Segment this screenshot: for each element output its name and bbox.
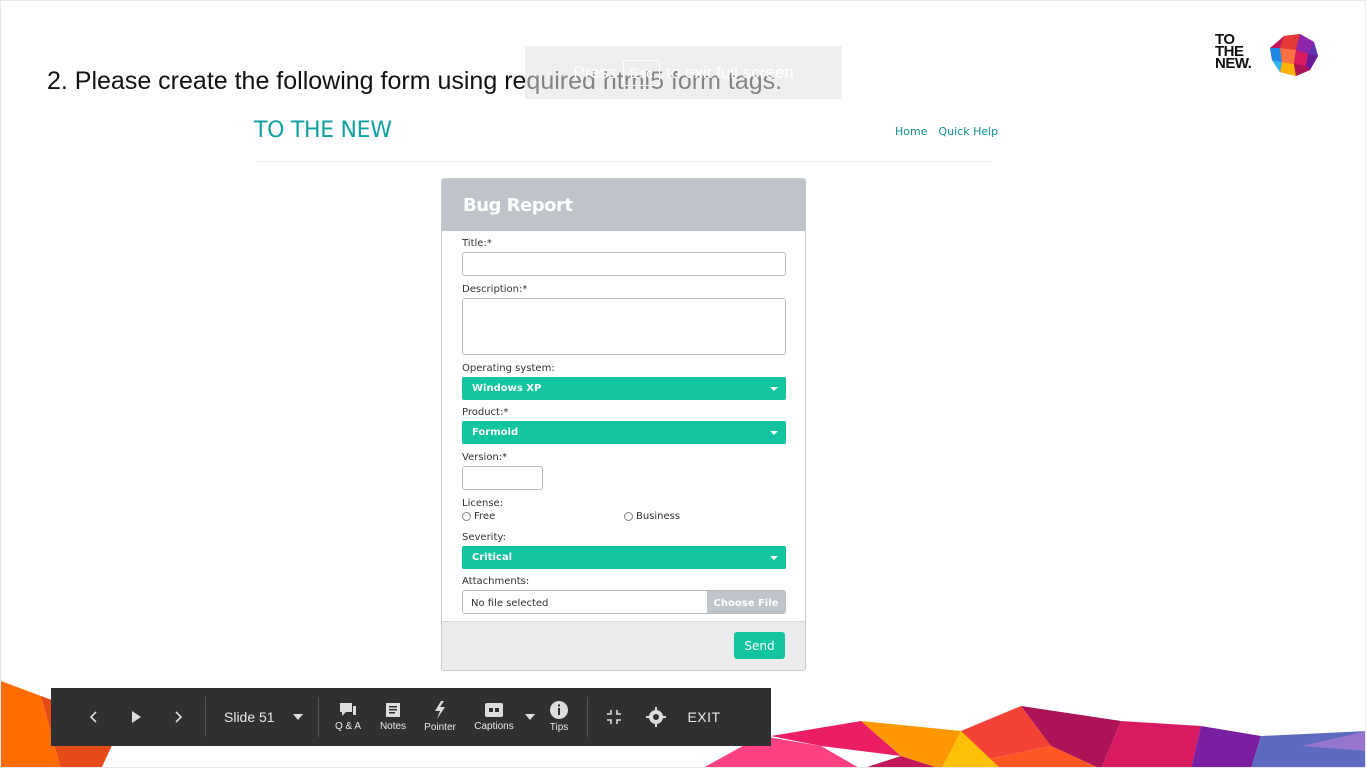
closed-captions-icon — [485, 703, 503, 717]
toolbar-separator — [205, 697, 206, 737]
choose-file-button: Choose File — [707, 591, 785, 613]
caret-down-icon — [770, 387, 778, 391]
severity-select: Critical — [462, 546, 786, 569]
license-business-radio: Business — [624, 511, 680, 522]
severity-label: Severity: — [462, 532, 506, 543]
exit-fullscreen-icon — [607, 710, 621, 724]
esc-key-badge: Esc — [622, 59, 661, 86]
product-select: Formoid — [462, 421, 786, 444]
fullscreen-exit-hint: Press Esc to exit full screen — [525, 46, 842, 99]
logo-wordmark: TO THE NEW. — [1215, 32, 1252, 72]
laser-pointer-icon — [435, 701, 445, 719]
toolbar-separator — [318, 697, 319, 737]
qa-button[interactable]: Q & A — [325, 688, 371, 746]
os-label: Operating system: — [462, 363, 555, 374]
play-icon — [132, 711, 141, 723]
caret-down-icon — [770, 556, 778, 560]
attachments-file-input: No file selected Choose File — [462, 590, 786, 614]
caret-down-icon — [525, 714, 535, 720]
tips-label: Tips — [549, 722, 569, 733]
send-button: Send — [734, 632, 785, 659]
product-select-value: Formoid — [472, 427, 519, 438]
caret-down-icon — [292, 714, 303, 720]
gear-icon — [646, 707, 666, 727]
os-select: Windows XP — [462, 377, 786, 400]
attachments-label: Attachments: — [462, 576, 530, 587]
embedded-nav: Home Quick Help — [895, 125, 998, 138]
notes-button[interactable]: Notes — [371, 688, 415, 746]
license-free-radio: Free — [462, 511, 495, 522]
next-slide-button[interactable] — [157, 688, 199, 746]
chevron-left-icon — [89, 711, 97, 723]
chevron-right-icon — [175, 711, 183, 723]
radio-circle-icon — [462, 512, 471, 521]
notes-label: Notes — [379, 721, 407, 732]
tothenew-logo: TO THE NEW. — [1215, 32, 1319, 76]
captions-label: Captions — [474, 721, 514, 732]
title-input — [462, 252, 786, 276]
exit-label: EXIT — [687, 709, 721, 725]
toolbar-separator — [587, 697, 588, 737]
pointer-button[interactable]: Pointer — [415, 688, 465, 746]
description-label: Description:* — [462, 284, 528, 295]
play-button[interactable] — [115, 688, 157, 746]
bug-report-form: Bug Report Title:* Description:* Operati… — [441, 178, 806, 671]
nav-divider — [254, 161, 994, 162]
exit-button[interactable]: EXIT — [678, 688, 730, 746]
slide-selector[interactable]: Slide 51 — [212, 688, 312, 746]
chat-bubbles-icon — [340, 703, 356, 716]
license-label: License: — [462, 498, 504, 509]
presentation-slide: 2. Please create the following form usin… — [0, 0, 1366, 768]
description-textarea — [462, 298, 786, 355]
product-label: Product:* — [462, 407, 509, 418]
esc-hint-after: to exit full screen — [666, 62, 794, 82]
settings-button[interactable] — [634, 688, 678, 746]
version-label: Version:* — [462, 452, 508, 463]
logo-gem-icon — [1270, 34, 1318, 76]
captions-options-button[interactable] — [523, 688, 537, 746]
version-input — [462, 466, 543, 490]
notes-icon — [386, 703, 400, 717]
form-title: Bug Report — [442, 179, 805, 231]
captions-button[interactable]: Captions — [465, 688, 523, 746]
previous-slide-button[interactable] — [73, 688, 115, 746]
nav-home-link: Home — [895, 125, 928, 138]
caret-down-icon — [770, 431, 778, 435]
os-select-value: Windows XP — [472, 383, 542, 394]
exit-fullscreen-button[interactable] — [594, 688, 634, 746]
pointer-label: Pointer — [424, 722, 456, 733]
severity-select-value: Critical — [472, 552, 513, 563]
info-icon — [550, 701, 568, 719]
esc-hint-before: Press — [573, 62, 617, 82]
form-footer: Send — [442, 621, 805, 670]
qa-label: Q & A — [334, 721, 362, 732]
presenter-toolbar: Slide 51 Q & A Notes Pointer Captions Ti… — [51, 688, 771, 746]
radio-circle-icon — [624, 512, 633, 521]
file-status: No file selected — [471, 598, 549, 609]
slide-number-label: Slide 51 — [224, 709, 275, 725]
tips-button[interactable]: Tips — [537, 688, 581, 746]
nav-quick-help-link: Quick Help — [938, 125, 999, 138]
title-label: Title:* — [462, 238, 492, 249]
embedded-brand-title: TO THE NEW — [254, 118, 392, 143]
license-free-label: Free — [474, 511, 496, 522]
license-business-label: Business — [636, 511, 681, 522]
logo-line-3: NEW. — [1215, 55, 1252, 72]
